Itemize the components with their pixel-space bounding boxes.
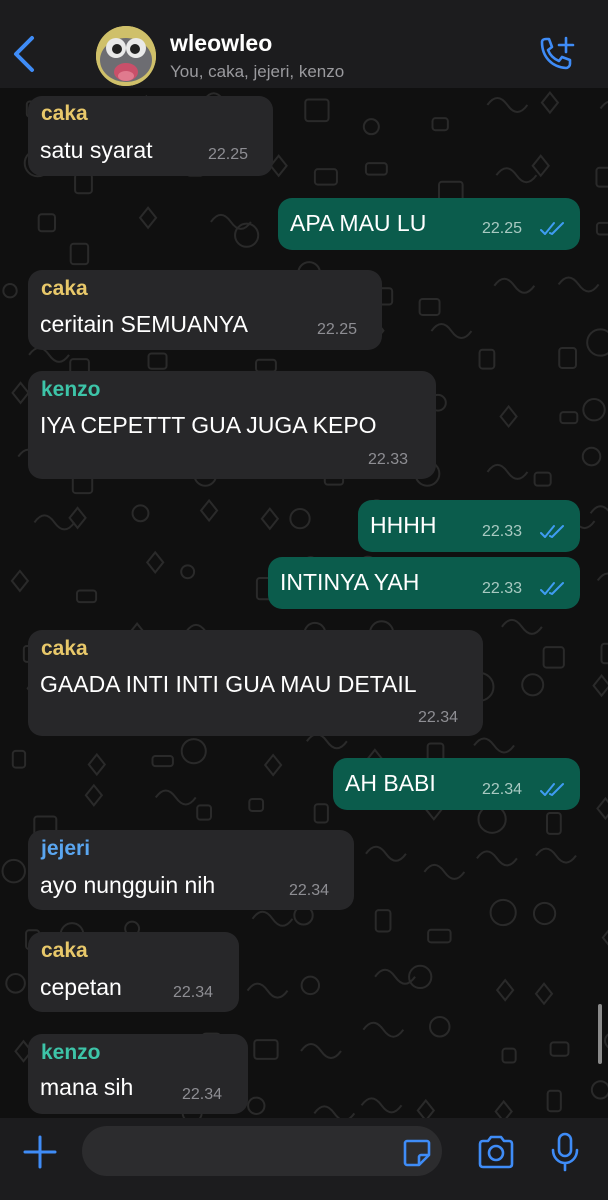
chevron-left-icon[interactable] [10, 34, 40, 74]
message-time: 22.34 [482, 781, 523, 798]
message-bubble[interactable]: caka ceritain SEMUANYA 22.25 [28, 270, 382, 350]
message-time: 22.25 [317, 321, 358, 338]
message-sender: caka [41, 102, 88, 125]
double-check-icon [540, 783, 564, 796]
message-bubble[interactable]: jejeri ayo nungguin nih 22.34 [28, 830, 354, 910]
message-bubble[interactable]: APA MAU LU 22.25 [278, 198, 580, 250]
message-text: HHHH [370, 512, 437, 538]
chat-title[interactable]: wleowleo [170, 30, 272, 57]
message-time: 22.34 [173, 984, 214, 1001]
message-text: ceritain SEMUANYA [40, 311, 248, 337]
sticker-icon[interactable] [402, 1138, 432, 1168]
message-time: 22.34 [418, 709, 459, 726]
plus-icon[interactable] [22, 1134, 58, 1170]
message-sender: caka [41, 637, 88, 660]
message-sender: kenzo [41, 1041, 101, 1064]
message-bubble[interactable]: AH BABI 22.34 [333, 758, 580, 810]
message-sender: kenzo [41, 378, 101, 401]
message-time: 22.34 [289, 882, 330, 899]
chat-header: wleowleo You, caka, jejeri, kenzo [0, 0, 608, 88]
message-bubble[interactable]: kenzo mana sih 22.34 [28, 1034, 248, 1114]
message-time: 22.33 [482, 523, 523, 540]
message-bubble[interactable]: HHHH 22.33 [358, 500, 580, 552]
microphone-icon[interactable] [550, 1132, 580, 1172]
message-text: AH BABI [345, 770, 436, 796]
message-text: mana sih [40, 1074, 134, 1100]
message-bubble[interactable]: caka satu syarat 22.25 [28, 96, 273, 176]
double-check-icon [540, 525, 564, 538]
message-bubble[interactable]: INTINYA YAH 22.33 [268, 557, 580, 609]
message-sender: caka [41, 939, 88, 962]
message-sender: caka [41, 277, 88, 300]
message-text: APA MAU LU [290, 210, 427, 236]
message-text: cepetan [40, 974, 122, 1000]
message-sender: jejeri [41, 837, 91, 860]
message-bubble[interactable]: caka GAADA INTI INTI GUA MAU DETAIL 22.3… [28, 630, 483, 736]
message-bubble[interactable]: kenzo IYA CEPETTT GUA JUGA KEPO 22.33 [28, 371, 436, 479]
group-avatar[interactable] [96, 26, 156, 86]
message-text: IYA CEPETTT GUA JUGA KEPO [40, 412, 377, 438]
chat-members[interactable]: You, caka, jejeri, kenzo [170, 62, 344, 82]
message-input[interactable] [82, 1126, 442, 1176]
add-call-icon[interactable] [536, 36, 576, 72]
message-text: GAADA INTI INTI GUA MAU DETAIL [40, 671, 417, 697]
message-time: 22.34 [182, 1086, 223, 1103]
double-check-icon [540, 222, 564, 235]
message-time: 22.33 [482, 580, 523, 597]
scrollbar[interactable] [598, 1004, 602, 1064]
double-check-icon [540, 582, 564, 595]
message-text: INTINYA YAH [280, 569, 420, 595]
message-time: 22.33 [368, 451, 409, 468]
message-time: 22.25 [482, 220, 523, 237]
message-text: satu syarat [40, 137, 153, 163]
message-text: ayo nungguin nih [40, 872, 216, 898]
message-time: 22.25 [208, 146, 249, 163]
camera-icon[interactable] [476, 1134, 516, 1170]
message-bubble[interactable]: caka cepetan 22.34 [28, 932, 239, 1012]
